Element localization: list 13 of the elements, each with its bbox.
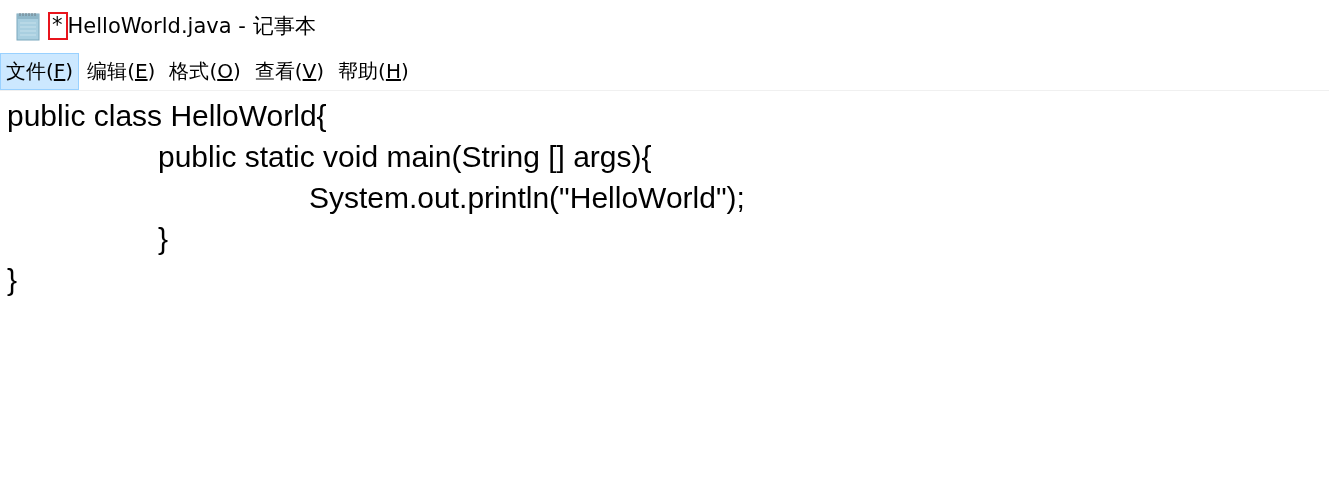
menu-item[interactable]: 帮助(H) [332,52,415,90]
notepad-icon [14,11,42,41]
code-line: public class HelloWorld{ [7,98,328,134]
menu-item[interactable]: 查看(V) [248,52,331,90]
code-line: public static void main(String [] args){ [157,139,653,175]
menu-item[interactable]: 编辑(E) [81,52,162,90]
code-line: System.out.println("HelloWorld"); [308,180,746,216]
menu-item[interactable]: 文件(F) [0,52,80,90]
code-line: } [7,262,19,298]
window-title: HelloWorld.java - 记事本 [67,13,316,40]
code-line: } [157,221,170,257]
unsaved-mark: * [48,12,68,40]
menu-item[interactable]: 格式(O) [163,52,247,90]
